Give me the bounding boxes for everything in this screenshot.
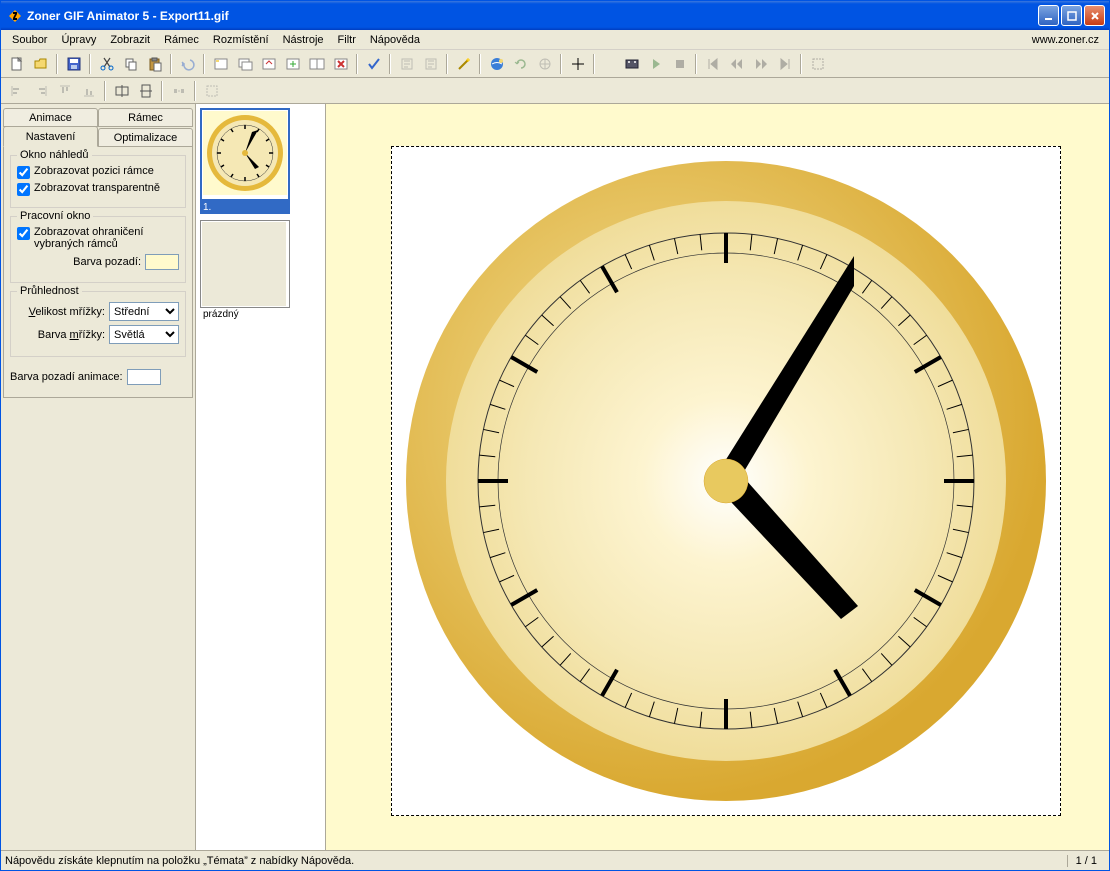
wand-icon[interactable] bbox=[452, 53, 475, 75]
label-barva-pozadi-animace: Barva pozadí animace: bbox=[10, 371, 123, 383]
status-help-text: Nápovědu získáte klepnutím na položku „T… bbox=[5, 855, 1067, 867]
refresh-icon bbox=[509, 53, 532, 75]
label-zobrazovat-pozici: Zobrazovat pozici rámce bbox=[34, 165, 154, 177]
maximize-button[interactable] bbox=[1061, 5, 1082, 26]
save-icon[interactable] bbox=[62, 53, 85, 75]
frame-icon-1[interactable] bbox=[209, 53, 232, 75]
frame-thumbnail-1[interactable] bbox=[200, 108, 290, 201]
menubar: Soubor Úpravy Zobrazit Rámec Rozmístění … bbox=[1, 30, 1109, 50]
globe-icon bbox=[533, 53, 556, 75]
last-icon bbox=[773, 53, 796, 75]
delete-frame-icon[interactable] bbox=[329, 53, 352, 75]
minimize-button[interactable] bbox=[1038, 5, 1059, 26]
fieldset-pracovni-okno: Pracovní okno bbox=[17, 210, 93, 222]
color-swatch-anim-bg[interactable] bbox=[127, 369, 161, 385]
color-swatch-bg[interactable] bbox=[145, 254, 179, 270]
tab-optimalizace[interactable]: Optimalizace bbox=[98, 128, 193, 147]
frame-thumbnail-empty[interactable] bbox=[200, 220, 290, 308]
align-bottom-icon bbox=[77, 80, 100, 102]
select-velikost-mrizky[interactable]: Střední bbox=[109, 302, 179, 321]
fieldset-pruhlednost: Průhlednost bbox=[17, 285, 82, 297]
check-icon[interactable] bbox=[362, 53, 385, 75]
frame-icon-5[interactable] bbox=[305, 53, 328, 75]
settings-panel: Okno náhledů Zobrazovat pozici rámce Zob… bbox=[3, 147, 193, 398]
movie-icon[interactable] bbox=[620, 53, 643, 75]
tab-nastaveni[interactable]: Nastavení bbox=[3, 126, 98, 147]
frame-label-1: 1. bbox=[200, 201, 290, 214]
play-icon bbox=[644, 53, 667, 75]
text-icon-1 bbox=[395, 53, 418, 75]
url-label[interactable]: www.zoner.cz bbox=[1032, 34, 1105, 46]
frames-column: 1. prázdný bbox=[196, 104, 326, 850]
label-velikost-mrizky: Velikost mřížky: bbox=[29, 306, 105, 318]
menu-upravy[interactable]: Úpravy bbox=[54, 32, 103, 48]
distribute-icon bbox=[167, 80, 190, 102]
menu-ramec[interactable]: Rámec bbox=[157, 32, 206, 48]
label-barva-pozadi: Barva pozadí: bbox=[73, 256, 141, 268]
window-title: Zoner GIF Animator 5 - Export11.gif bbox=[27, 9, 1038, 23]
first-icon bbox=[701, 53, 724, 75]
align-right-icon bbox=[29, 80, 52, 102]
paste-icon[interactable] bbox=[143, 53, 166, 75]
menu-zobrazit[interactable]: Zobrazit bbox=[103, 32, 157, 48]
frame-icon-2[interactable] bbox=[233, 53, 256, 75]
menu-filtr[interactable]: Filtr bbox=[331, 32, 363, 48]
label-barva-mrizky: Barva mřížky: bbox=[38, 329, 105, 341]
canvas-frame bbox=[391, 146, 1061, 816]
frame-icon-4[interactable] bbox=[281, 53, 304, 75]
label-zobrazovat-ohraniceni: Zobrazovat ohraničení vybraných rámců bbox=[34, 226, 179, 250]
checkbox-zobrazovat-transparentne[interactable] bbox=[17, 183, 30, 196]
text-icon-2 bbox=[419, 53, 442, 75]
next-icon bbox=[749, 53, 772, 75]
prev-icon bbox=[725, 53, 748, 75]
fieldset-okno-nahledu: Okno náhledů bbox=[17, 149, 92, 161]
undo-icon bbox=[176, 53, 199, 75]
align-top-icon bbox=[53, 80, 76, 102]
statusbar: Nápovědu získáte klepnutím na položku „T… bbox=[1, 850, 1109, 870]
menu-rozmisteni[interactable]: Rozmístění bbox=[206, 32, 276, 48]
close-button[interactable] bbox=[1084, 5, 1105, 26]
crosshair-icon[interactable] bbox=[566, 53, 589, 75]
checkbox-zobrazovat-ohraniceni[interactable] bbox=[17, 227, 30, 240]
status-page-indicator: 1 / 1 bbox=[1067, 855, 1105, 867]
stop-icon bbox=[668, 53, 691, 75]
cut-icon[interactable] bbox=[95, 53, 118, 75]
menu-soubor[interactable]: Soubor bbox=[5, 32, 54, 48]
app-icon bbox=[7, 8, 23, 24]
tab-animace[interactable]: Animace bbox=[3, 108, 98, 127]
select-barva-mrizky[interactable]: Světlá bbox=[109, 325, 179, 344]
center-v-icon[interactable] bbox=[134, 80, 157, 102]
clock-image bbox=[396, 151, 1056, 811]
menu-napoveda[interactable]: Nápověda bbox=[363, 32, 427, 48]
new-file-icon[interactable] bbox=[5, 53, 28, 75]
center-h-icon[interactable] bbox=[110, 80, 133, 102]
align-left-icon bbox=[5, 80, 28, 102]
label-zobrazovat-transparentne: Zobrazovat transparentně bbox=[34, 182, 160, 194]
fullscreen-icon bbox=[806, 53, 829, 75]
checkbox-zobrazovat-pozici[interactable] bbox=[17, 166, 30, 179]
menu-nastroje[interactable]: Nástroje bbox=[276, 32, 331, 48]
crop-icon bbox=[200, 80, 223, 102]
settings-sidebar: Animace Rámec Nastavení Optimalizace Okn… bbox=[1, 104, 196, 850]
main-toolbar bbox=[1, 50, 1109, 78]
align-toolbar bbox=[1, 78, 1109, 104]
ie-icon[interactable] bbox=[485, 53, 508, 75]
frame-label-empty: prázdný bbox=[200, 308, 290, 321]
titlebar[interactable]: Zoner GIF Animator 5 - Export11.gif bbox=[1, 1, 1109, 30]
open-file-icon[interactable] bbox=[29, 53, 52, 75]
copy-icon[interactable] bbox=[119, 53, 142, 75]
canvas-area[interactable] bbox=[326, 104, 1109, 850]
frame-icon-3[interactable] bbox=[257, 53, 280, 75]
tab-ramec[interactable]: Rámec bbox=[98, 108, 193, 127]
